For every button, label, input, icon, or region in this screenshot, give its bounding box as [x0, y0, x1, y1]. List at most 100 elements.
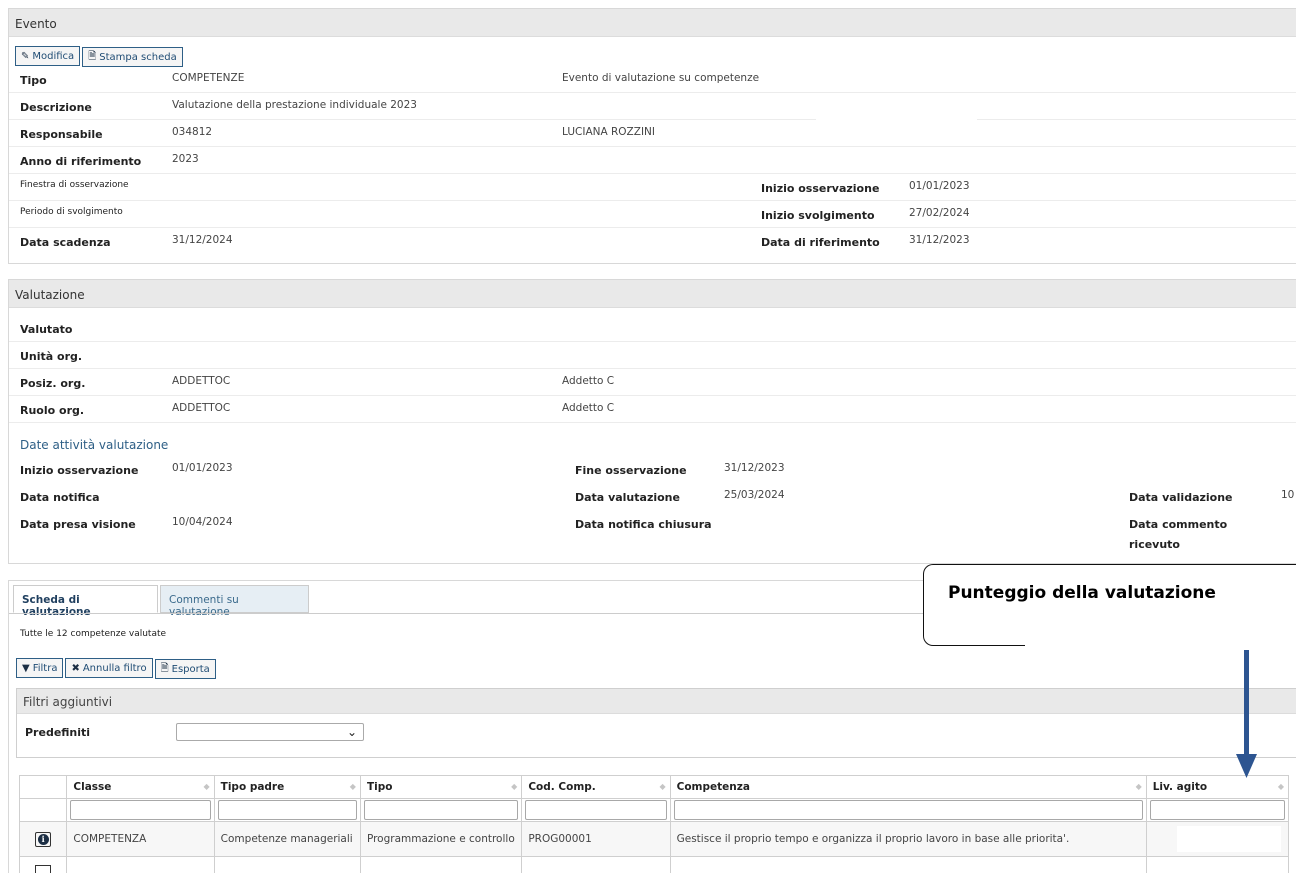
cell-competenza: Gestisce il proprio tempo e organizza il…: [669, 821, 1147, 857]
esporta-button[interactable]: 🗎 Esporta: [154, 659, 216, 679]
anno-label: Anno di riferimento: [20, 155, 142, 168]
finestra-label: Finestra di osservazione: [20, 180, 129, 190]
predefiniti-select[interactable]: ⌄: [176, 723, 364, 741]
filter-cell: [669, 798, 1147, 822]
presa-visione-label: Data presa visione: [20, 518, 136, 531]
column-header-tipo-padre[interactable]: Tipo padre ◆: [213, 775, 361, 799]
table-cell: [1145, 856, 1290, 873]
data-validazione-label: Data validazione: [1129, 491, 1233, 504]
valutazione-panel: Valutazione Valutato Unità org. Posiz. o…: [8, 279, 1296, 564]
callout-box: Punteggio della valutazione: [923, 564, 1296, 646]
pencil-icon: ✎: [21, 50, 30, 62]
predefiniti-label: Predefiniti: [25, 726, 91, 739]
column-header-cod-comp[interactable]: Cod. Comp. ◆: [521, 775, 671, 799]
responsabile-name: LUCIANA ROZZINI: [562, 126, 655, 138]
cell-tipo: Programmazione e controllo: [359, 821, 523, 857]
posizione-description: Addetto C: [562, 375, 615, 387]
sort-icon: ◆: [659, 782, 666, 791]
inizio-osservazione-label: Inizio osservazione: [761, 182, 880, 195]
unita-label: Unità org.: [20, 350, 83, 363]
row-date-2: Data notifica Data valutazione 25/03/202…: [9, 483, 1296, 510]
tipo-description: Evento di valutazione su competenze: [562, 72, 760, 84]
stampa-scheda-button[interactable]: 🗎 Stampa scheda: [82, 47, 183, 67]
modifica-button[interactable]: ✎ Modifica: [15, 46, 81, 66]
info-button[interactable]: [35, 864, 52, 873]
responsabile-code: 034812: [172, 126, 213, 138]
data-riferimento-label: Data di riferimento: [761, 236, 880, 249]
inizio-osservazione-label: Inizio osservazione: [20, 464, 139, 477]
data-valutazione-value: 25/03/2024: [724, 489, 785, 501]
column-header-actions: [18, 775, 68, 799]
tab-scheda-valutazione[interactable]: Scheda di valutazione: [13, 585, 158, 618]
info-button[interactable]: i: [35, 831, 52, 847]
row-scadenza: Data scadenza 31/12/2024 Data di riferim…: [9, 228, 1296, 255]
arrow-down-icon: [1236, 650, 1257, 778]
cell-tipo-padre: Competenze manageriali: [213, 821, 361, 857]
scheda-toolbar: ▼ Filtra ✖ Annulla filtro 🗎 Esporta: [16, 658, 218, 679]
row-finestra: Finestra di osservazione Inizio osservaz…: [9, 174, 1296, 201]
filtri-aggiuntivi-header: Filtri aggiuntivi: [17, 689, 1296, 714]
data-commento-label-2: ricevuto: [1129, 538, 1180, 551]
filter-cell: [66, 798, 215, 822]
row-valutato: Valutato: [9, 315, 1296, 342]
filter-input-cod-comp[interactable]: [525, 800, 667, 820]
table-cell: [521, 856, 671, 873]
posizione-label: Posiz. org.: [20, 377, 86, 390]
row-anno: Anno di riferimento 2023: [9, 147, 1296, 174]
column-header-competenza[interactable]: Competenza ◆: [669, 775, 1147, 799]
filtra-button[interactable]: ▼ Filtra: [16, 658, 64, 678]
score-redacted-box: [1176, 826, 1281, 852]
chevron-down-icon: ⌄: [346, 725, 357, 739]
table-cell: [66, 856, 215, 873]
filter-cell: [213, 798, 361, 822]
cell-cod-comp: PROG00001: [521, 821, 671, 857]
valutazione-header: Valutazione: [9, 280, 1296, 308]
filter-input-competenza[interactable]: [673, 800, 1143, 820]
column-header-tipo[interactable]: Tipo ◆: [359, 775, 523, 799]
filter-input-classe[interactable]: [70, 800, 211, 820]
row-date-3: Data presa visione 10/04/2024 Data notif…: [9, 510, 1296, 555]
row-ruolo: Ruolo org. ADDETTOC Addetto C: [9, 396, 1296, 423]
tab-commenti-valutazione[interactable]: Commenti su valutazione: [160, 585, 309, 618]
cell-liv-agito: [1145, 821, 1290, 857]
document-icon: 🗎: [88, 50, 97, 62]
column-header-classe[interactable]: Classe ◆: [66, 775, 215, 799]
fine-osservazione-value: 31/12/2023: [724, 462, 785, 474]
tipo-value: COMPETENZE: [172, 72, 245, 84]
anno-value: 2023: [172, 153, 199, 165]
evento-panel: Evento ✎ Modifica 🗎 Stampa scheda Tipo COMP…: [8, 8, 1296, 264]
row-date-1: Inizio osservazione 01/01/2023 Fine osse…: [9, 456, 1296, 483]
data-validazione-value: 10: [1281, 489, 1295, 501]
data-riferimento-value: 31/12/2023: [909, 234, 970, 246]
sort-icon: ◆: [511, 782, 518, 791]
table-cell: [359, 856, 523, 873]
summary-text: Tutte le 12 competenze valutate: [20, 629, 167, 639]
data-commento-label: Data commento: [1129, 518, 1228, 531]
evento-toolbar: ✎ Modifica 🗎 Stampa scheda: [15, 46, 185, 67]
info-icon: i: [37, 833, 49, 845]
row-unita: Unità org.: [9, 342, 1296, 369]
sort-icon: ◆: [203, 782, 210, 791]
annulla-filtro-button[interactable]: ✖ Annulla filtro: [65, 658, 153, 678]
ruolo-label: Ruolo org.: [20, 404, 85, 417]
callout-gap: [1025, 645, 1296, 647]
row-descrizione: Descrizione Valutazione della prestazion…: [9, 93, 816, 120]
date-section-title: Date attività valutazione: [20, 438, 169, 452]
data-notifica-label: Data notifica: [20, 491, 100, 504]
filter-input-liv-agito[interactable]: [1149, 800, 1285, 820]
export-icon: 🗎: [160, 662, 169, 674]
table-row: [18, 856, 1290, 873]
filter-input-tipo-padre[interactable]: [217, 800, 357, 820]
filter-cell: [359, 798, 523, 822]
filter-cell-actions: [18, 798, 68, 822]
row-info-cell: [18, 856, 68, 873]
column-header-liv-agito[interactable]: Liv. agito ◆: [1145, 775, 1290, 799]
posizione-code: ADDETTOC: [172, 375, 231, 387]
filter-cell: [521, 798, 671, 822]
evento-header: Evento: [9, 9, 1296, 37]
fine-osservazione-label: Fine osservazione: [575, 464, 687, 477]
filter-icon: ▼: [22, 662, 30, 674]
tipo-label: Tipo: [20, 74, 47, 87]
inizio-osservazione-value: 01/01/2023: [172, 462, 233, 474]
filter-input-tipo[interactable]: [363, 800, 519, 820]
